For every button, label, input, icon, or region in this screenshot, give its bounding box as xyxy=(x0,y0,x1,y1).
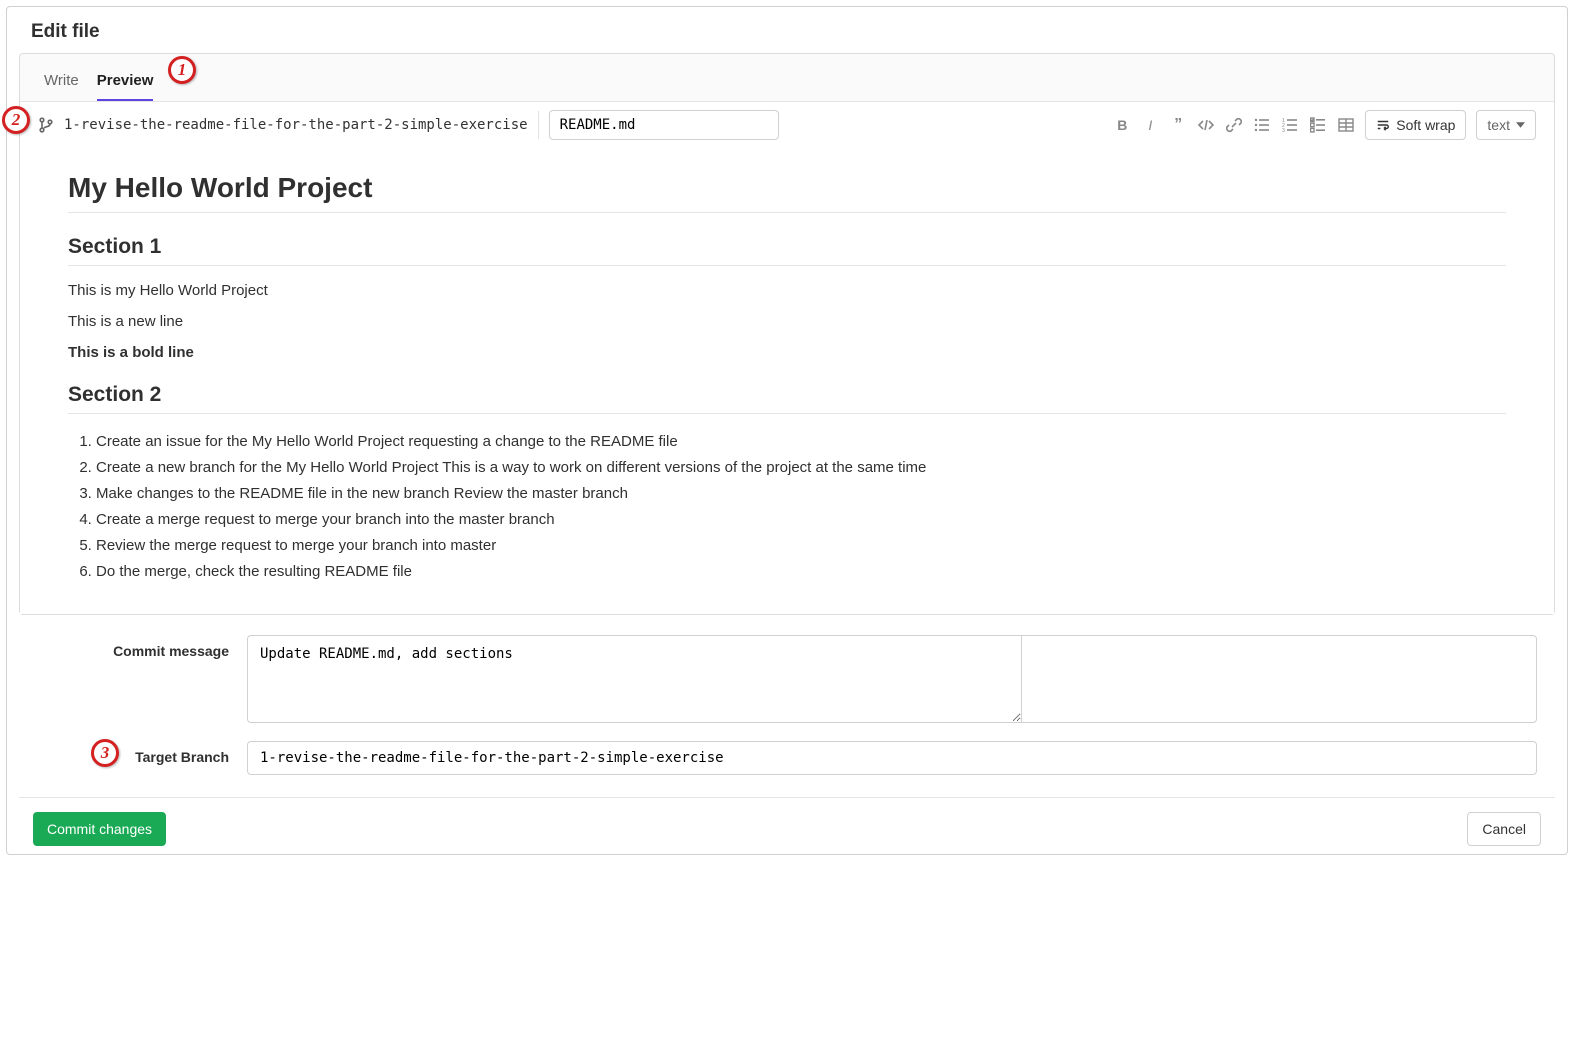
preview-paragraph: This is my Hello World Project xyxy=(68,282,1506,299)
bullet-list-icon[interactable] xyxy=(1253,116,1271,134)
page-title: Edit file xyxy=(7,7,1567,53)
wrap-icon xyxy=(1376,118,1390,132)
link-icon[interactable] xyxy=(1225,116,1243,134)
editor-panel: Write Preview 1 2 1-revise-the-readme-fi… xyxy=(19,53,1555,615)
svg-text:3: 3 xyxy=(1282,128,1285,133)
preview-ordered-list: Create an issue for the My Hello World P… xyxy=(68,430,1506,584)
commit-side-panel xyxy=(1021,635,1537,723)
commit-message-input[interactable] xyxy=(247,635,1021,723)
preview-h1: My Hello World Project xyxy=(68,172,1506,213)
annotation-1: 1 xyxy=(168,56,196,84)
preview-section1-heading: Section 1 xyxy=(68,235,1506,266)
list-item: Review the merge request to merge your b… xyxy=(96,534,1506,558)
annotation-2: 2 xyxy=(2,106,30,134)
branch-name: 1-revise-the-readme-file-for-the-part-2-… xyxy=(64,117,528,133)
bold-icon[interactable]: B xyxy=(1113,116,1131,134)
toolbar-row: 2 1-revise-the-readme-file-for-the-part-… xyxy=(20,101,1554,148)
soft-wrap-button[interactable]: Soft wrap xyxy=(1365,110,1466,140)
syntax-label: text xyxy=(1487,117,1510,133)
list-item: Create a merge request to merge your bra… xyxy=(96,508,1506,532)
quote-icon[interactable]: ” xyxy=(1169,116,1187,134)
format-toolbar: B I ” 123 xyxy=(1113,116,1355,134)
footer-actions: Commit changes Cancel xyxy=(19,797,1555,854)
tab-write[interactable]: Write xyxy=(44,64,79,101)
commit-changes-button[interactable]: Commit changes xyxy=(33,812,166,846)
numbered-list-icon[interactable]: 123 xyxy=(1281,116,1299,134)
annotation-3: 3 xyxy=(91,739,119,767)
target-branch-input[interactable] xyxy=(247,741,1537,775)
commit-message-label: Commit message xyxy=(37,635,247,659)
divider xyxy=(538,111,539,139)
task-list-icon[interactable] xyxy=(1309,116,1327,134)
chevron-down-icon xyxy=(1516,122,1525,128)
tabs-row: Write Preview 1 xyxy=(20,54,1554,101)
syntax-dropdown[interactable]: text xyxy=(1476,110,1536,140)
tab-preview[interactable]: Preview xyxy=(97,64,154,101)
preview-content: My Hello World Project Section 1 This is… xyxy=(20,148,1554,614)
preview-paragraph: This is a bold line xyxy=(68,344,1506,361)
list-item: Make changes to the README file in the n… xyxy=(96,482,1506,506)
preview-paragraph: This is a new line xyxy=(68,313,1506,330)
cancel-button[interactable]: Cancel xyxy=(1467,812,1541,846)
code-icon[interactable] xyxy=(1197,116,1215,134)
table-icon[interactable] xyxy=(1337,116,1355,134)
list-item: Create a new branch for the My Hello Wor… xyxy=(96,456,1506,480)
list-item: Do the merge, check the resulting README… xyxy=(96,560,1506,584)
preview-section2-heading: Section 2 xyxy=(68,383,1506,414)
target-branch-label: Target Branch xyxy=(37,741,247,765)
commit-form: Commit message 3 Target Branch xyxy=(7,625,1567,797)
list-item: Create an issue for the My Hello World P… xyxy=(96,430,1506,454)
italic-icon[interactable]: I xyxy=(1141,116,1159,134)
branch-icon xyxy=(38,117,54,133)
soft-wrap-label: Soft wrap xyxy=(1396,117,1455,133)
filename-input[interactable] xyxy=(549,110,779,140)
